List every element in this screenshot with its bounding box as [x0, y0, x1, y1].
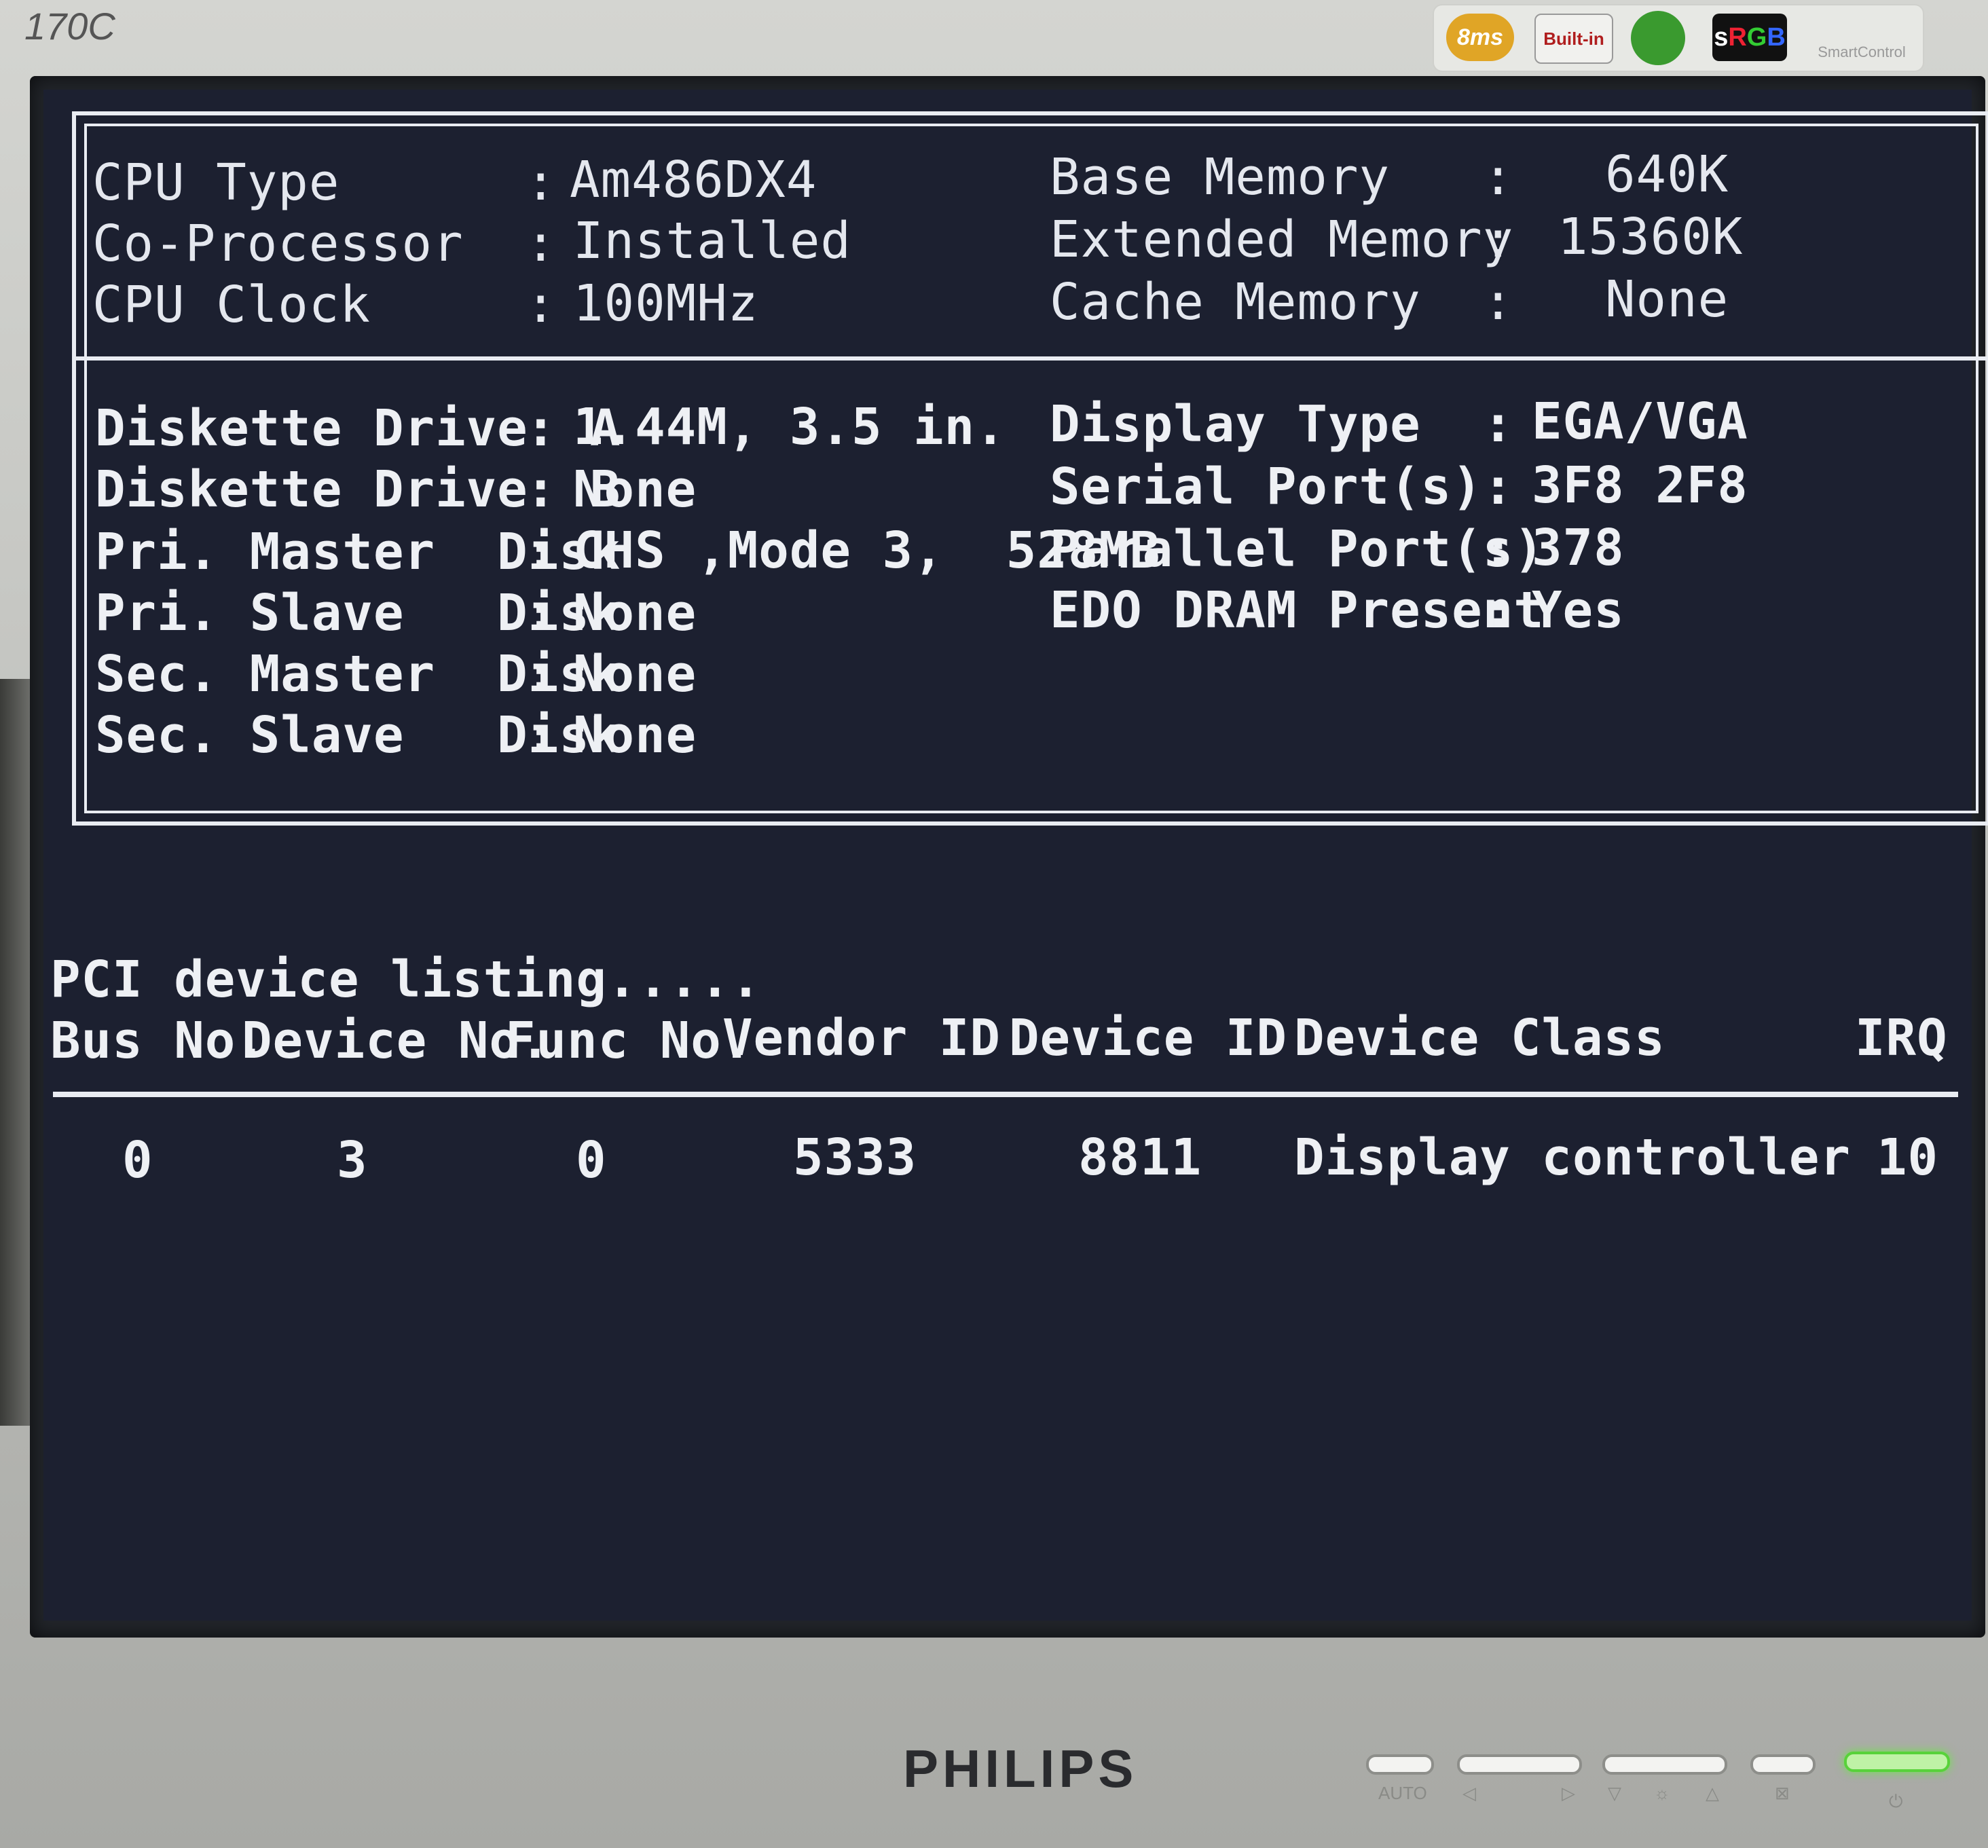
- pci-bus-cell: 0: [122, 1131, 153, 1189]
- brand-logo: PHILIPS: [903, 1739, 1138, 1798]
- serial-ports-label: Serial Port(s): [1050, 458, 1483, 516]
- pci-header-func: Func No.: [505, 1012, 753, 1070]
- pci-header-vendor: Vendor ID: [722, 1009, 1001, 1067]
- separator: :: [526, 153, 557, 212]
- separator: :: [526, 584, 557, 642]
- pci-header-bus: Bus No.: [50, 1012, 267, 1070]
- coprocessor-value: Installed: [573, 212, 851, 270]
- pci-header-rule: [53, 1092, 1958, 1097]
- up-arrow-icon: △: [1706, 1783, 1719, 1803]
- power-button[interactable]: [1844, 1752, 1950, 1772]
- base-memory-value: 640K: [1605, 145, 1729, 204]
- pci-class-cell: Display controller: [1294, 1128, 1851, 1187]
- separator: :: [1483, 210, 1514, 269]
- pci-vendor-cell: 5333: [793, 1128, 917, 1187]
- display-type-label: Display Type: [1050, 395, 1421, 454]
- extended-memory-label: Extended Memory: [1050, 210, 1514, 269]
- separator: :: [1483, 395, 1514, 454]
- separator: :: [1483, 581, 1514, 640]
- srgb-g: G: [1746, 22, 1767, 52]
- pci-title: PCI device listing.....: [50, 950, 762, 1009]
- pci-device-id-cell: 8811: [1078, 1128, 1202, 1187]
- separator: :: [526, 215, 557, 273]
- pci-header-class: Device Class: [1294, 1009, 1665, 1067]
- separator: :: [1483, 520, 1514, 578]
- brightness-icon: ☼: [1654, 1783, 1670, 1803]
- cache-memory-value: None: [1605, 270, 1729, 329]
- menu-icon: ⊠: [1775, 1783, 1790, 1803]
- pci-header-irq: IRQ: [1855, 1009, 1948, 1067]
- cpu-type-value: Am486DX4: [570, 151, 817, 209]
- response-time-badge: 8ms: [1446, 14, 1514, 61]
- sec-master-value: None: [573, 645, 697, 703]
- pci-device-cell: 3: [337, 1131, 368, 1189]
- separator: :: [1483, 273, 1514, 331]
- feature-badges: 8ms Built-in sRGB SmartControl: [1433, 4, 1924, 72]
- coprocessor-label: Co-Processor: [92, 215, 464, 273]
- separator: :: [1483, 148, 1514, 206]
- cache-memory-label: Cache Memory: [1050, 273, 1421, 331]
- separator: :: [526, 523, 557, 581]
- menu-button[interactable]: [1750, 1754, 1816, 1775]
- extended-memory-value: 15360K: [1558, 208, 1744, 266]
- right-arrow-icon: ▷: [1562, 1783, 1575, 1803]
- separator: :: [1483, 458, 1514, 516]
- cpu-clock-value: 100MHz: [573, 274, 759, 333]
- model-label: 170C: [24, 5, 115, 48]
- smartcontrol-badge: SmartControl: [1818, 43, 1906, 60]
- separator: :: [526, 706, 557, 764]
- pci-header-device-id: Device ID: [1009, 1009, 1287, 1067]
- pri-slave-value: None: [573, 584, 697, 642]
- monitor-screen: CPU Type : Am486DX4 Co-Processor : Insta…: [30, 76, 1988, 1638]
- display-type-value: EGA/VGA: [1532, 392, 1748, 451]
- srgb-s: s: [1714, 22, 1729, 52]
- edo-dram-label: EDO DRAM Present: [1050, 581, 1545, 640]
- srgb-badge: sRGB: [1712, 14, 1787, 61]
- sec-slave-value: None: [573, 706, 697, 764]
- parallel-ports-label: Parallel Port(s): [1050, 520, 1545, 578]
- edo-dram-value: Yes: [1532, 581, 1625, 640]
- lead-free-leaf-icon: [1631, 11, 1685, 65]
- diskette-b-value: None: [573, 460, 697, 519]
- cpu-type-label: CPU Type: [92, 153, 340, 212]
- diskette-a-value: 1.44M, 3.5 in.: [573, 398, 1006, 456]
- separator: :: [526, 276, 557, 334]
- separator: :: [526, 399, 557, 458]
- separator: :: [526, 460, 557, 519]
- auto-label: AUTO: [1378, 1783, 1427, 1803]
- pci-func-cell: 0: [576, 1131, 607, 1189]
- cpu-clock-label: CPU Clock: [92, 276, 371, 334]
- builtin-power-badge: Built-in: [1534, 14, 1613, 64]
- srgb-b: B: [1767, 22, 1786, 52]
- frame-divider: [76, 356, 1987, 361]
- srgb-r: R: [1728, 22, 1747, 52]
- parallel-ports-value: 378: [1532, 519, 1625, 577]
- down-arrow-icon: ▽: [1608, 1783, 1621, 1803]
- left-arrow-icon: ◁: [1462, 1783, 1476, 1803]
- serial-ports-value: 3F8 2F8: [1532, 456, 1748, 515]
- auto-button[interactable]: [1366, 1754, 1434, 1775]
- left-right-button[interactable]: [1457, 1754, 1582, 1775]
- power-icon: ⏻: [1889, 1791, 1903, 1811]
- separator: :: [526, 645, 557, 703]
- base-memory-label: Base Memory: [1050, 148, 1391, 206]
- brightness-button[interactable]: [1602, 1754, 1727, 1775]
- pci-irq-cell: 10: [1877, 1128, 1939, 1187]
